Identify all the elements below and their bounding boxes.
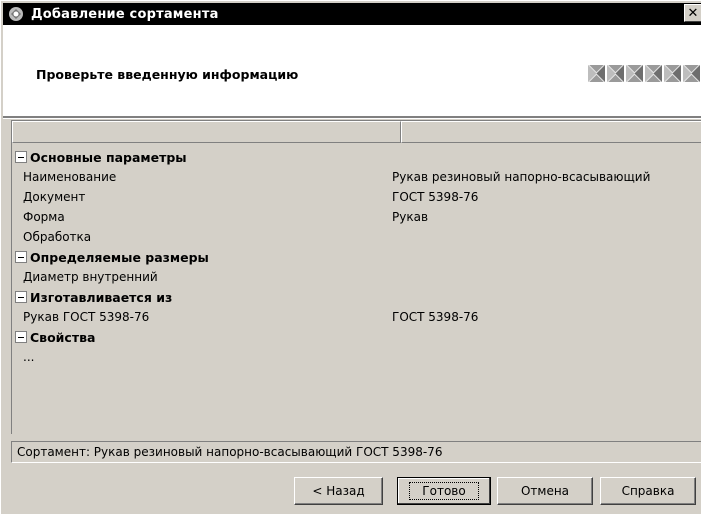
- collapse-icon[interactable]: [15, 151, 27, 163]
- cancel-button[interactable]: Отмена: [497, 477, 593, 505]
- property-row[interactable]: ...: [12, 347, 701, 367]
- property-row[interactable]: Обработка: [12, 227, 701, 247]
- property-row[interactable]: Документ ГОСТ 5398-76: [12, 187, 701, 207]
- divider: [3, 117, 701, 119]
- instruction-text: Проверьте введенную информацию: [36, 67, 299, 82]
- group-row[interactable]: Свойства: [12, 327, 701, 347]
- step-icon: [644, 64, 663, 83]
- dialog-window: Добавление сортамента ✕ Проверьте введен…: [0, 0, 701, 514]
- property-name: Определяемые размеры: [30, 249, 209, 265]
- property-name-cell: Форма: [12, 210, 392, 224]
- grid-header: [12, 121, 701, 143]
- collapse-icon[interactable]: [15, 291, 27, 303]
- property-value: ГОСТ 5398-76: [392, 310, 479, 324]
- help-button[interactable]: Справка: [600, 477, 696, 505]
- app-icon: [7, 5, 25, 23]
- group-row[interactable]: Основные параметры: [12, 147, 701, 167]
- done-button-label: Готово: [409, 482, 479, 500]
- done-button[interactable]: Готово: [397, 477, 491, 505]
- property-name: ...: [23, 350, 35, 364]
- property-name: Форма: [23, 210, 65, 224]
- property-name: Обработка: [23, 230, 92, 244]
- property-name: Документ: [23, 190, 86, 204]
- property-name-cell: Рукав ГОСТ 5398-76: [12, 310, 392, 324]
- collapse-icon[interactable]: [15, 331, 27, 343]
- property-row[interactable]: Форма Рукав: [12, 207, 701, 227]
- property-row[interactable]: Рукав ГОСТ 5398-76 ГОСТ 5398-76: [12, 307, 701, 327]
- column-header-name[interactable]: [12, 121, 401, 143]
- group-row[interactable]: Определяемые размеры: [12, 247, 701, 267]
- title-bar[interactable]: Добавление сортамента ✕: [3, 3, 701, 25]
- step-icon: [682, 64, 701, 83]
- step-icon: [606, 64, 625, 83]
- property-name: Изготавливается из: [30, 289, 173, 305]
- property-name: Основные параметры: [30, 149, 187, 165]
- property-row[interactable]: Диаметр внутренний: [12, 267, 701, 287]
- property-value: ГОСТ 5398-76: [392, 190, 479, 204]
- step-icon: [587, 64, 606, 83]
- wizard-steps: [587, 64, 701, 83]
- property-name-cell: Документ: [12, 190, 392, 204]
- property-name: Свойства: [30, 329, 96, 345]
- grid-rows: Основные параметры Наименование Рукав рези…: [12, 143, 701, 367]
- property-name-cell: Свойства: [12, 330, 392, 345]
- property-name-cell: Обработка: [12, 230, 392, 244]
- property-name-cell: Основные параметры: [12, 150, 392, 165]
- close-button[interactable]: ✕: [684, 4, 701, 22]
- property-name: Рукав ГОСТ 5398-76: [23, 310, 150, 324]
- button-bar: < Назад Готово Отмена Справка: [1, 477, 701, 507]
- step-icon: [663, 64, 682, 83]
- property-name-cell: Наименование: [12, 170, 392, 184]
- property-name-cell: Диаметр внутренний: [12, 270, 392, 284]
- property-value: Рукав: [392, 210, 429, 224]
- collapse-icon[interactable]: [15, 251, 27, 263]
- property-name-cell: Определяемые размеры: [12, 250, 392, 265]
- property-name-cell: Изготавливается из: [12, 290, 392, 305]
- property-name-cell: ...: [12, 350, 392, 364]
- property-name: Наименование: [23, 170, 117, 184]
- status-bar: Сортамент: Рукав резиновый напорно-всасы…: [11, 441, 701, 463]
- wizard-header: Проверьте введенную информацию: [3, 25, 701, 117]
- column-header-value[interactable]: [401, 121, 701, 143]
- step-icon: [625, 64, 644, 83]
- property-value: Рукав резиновый напорно-всасывающий: [392, 170, 651, 184]
- property-name: Диаметр внутренний: [23, 270, 158, 284]
- back-button[interactable]: < Назад: [294, 477, 383, 505]
- group-row[interactable]: Изготавливается из: [12, 287, 701, 307]
- window-title: Добавление сортамента: [31, 6, 219, 22]
- property-row[interactable]: Наименование Рукав резиновый напорно-всас…: [12, 167, 701, 187]
- properties-grid: Основные параметры Наименование Рукав рези…: [11, 120, 701, 434]
